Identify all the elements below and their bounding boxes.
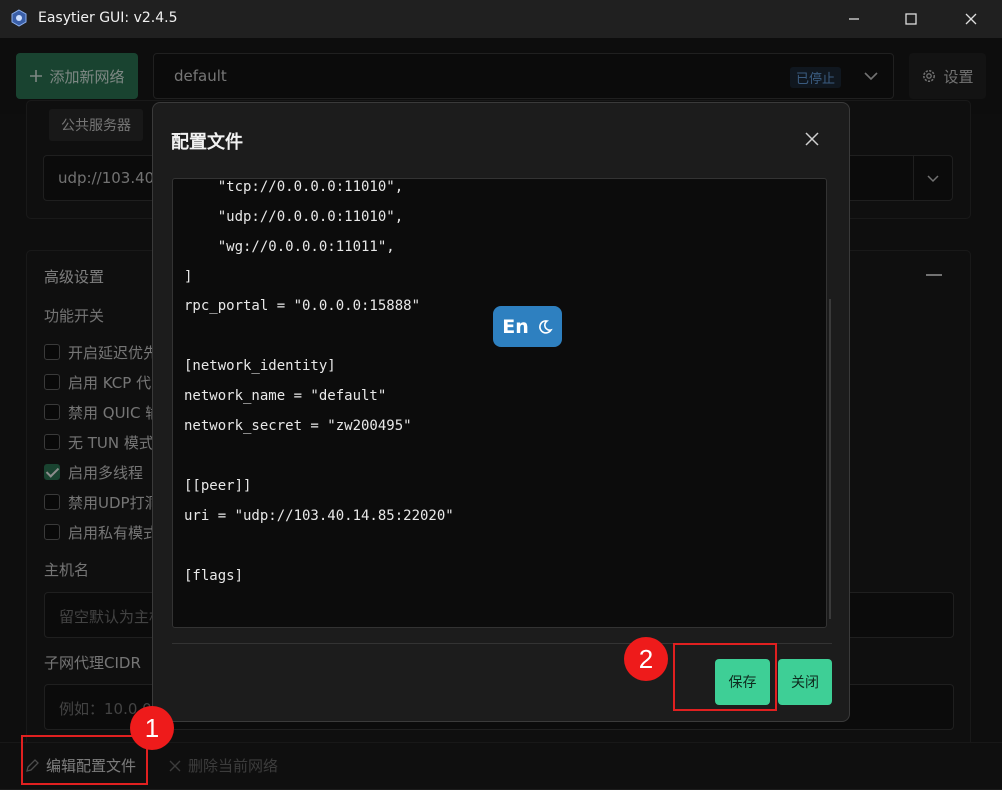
code-line: "tcp://0.0.0.0:11010", [184, 179, 404, 195]
close-window-button[interactable] [945, 0, 997, 38]
language-toggle[interactable]: En [493, 306, 562, 347]
code-line: "wg://0.0.0.0:11011", [184, 239, 395, 255]
highlight-edit-config [21, 735, 148, 785]
config-file-dialog: 配置文件 "tcp://0.0.0.0:11010", "udp://0.0.0… [152, 102, 850, 722]
language-label: En [502, 315, 529, 338]
title-bar: Easytier GUI: v2.4.5 [0, 0, 1002, 38]
editor-scrollbar[interactable] [829, 299, 831, 619]
close-icon [965, 13, 977, 25]
code-line: "udp://0.0.0.0:11010", [184, 209, 404, 225]
moon-icon [538, 319, 553, 334]
window-title: Easytier GUI: v2.4.5 [38, 10, 178, 26]
maximize-icon [905, 13, 917, 25]
code-line: network_name = "default" [184, 388, 387, 404]
step-marker-1: 1 [130, 706, 174, 750]
dialog-title: 配置文件 [171, 132, 243, 153]
minimize-button[interactable] [828, 0, 880, 38]
code-line: uri = "udp://103.40.14.85:22020" [184, 508, 454, 524]
minimize-icon [849, 18, 859, 20]
code-line: rpc_portal = "0.0.0.0:15888" [184, 298, 421, 314]
step-marker-2: 2 [624, 637, 668, 681]
close-icon[interactable] [804, 131, 820, 147]
code-line: network_secret = "zw200495" [184, 418, 412, 434]
app-logo-icon [11, 9, 27, 27]
highlight-save-button [673, 643, 777, 711]
code-line: [flags] [184, 568, 244, 584]
code-line: ] [184, 269, 193, 285]
close-dialog-button[interactable]: 关闭 [778, 659, 832, 705]
code-line: [[peer]] [184, 478, 252, 494]
code-line: [network_identity] [184, 358, 336, 374]
maximize-button[interactable] [885, 0, 937, 38]
config-editor[interactable]: "tcp://0.0.0.0:11010", "udp://0.0.0.0:11… [172, 178, 827, 628]
